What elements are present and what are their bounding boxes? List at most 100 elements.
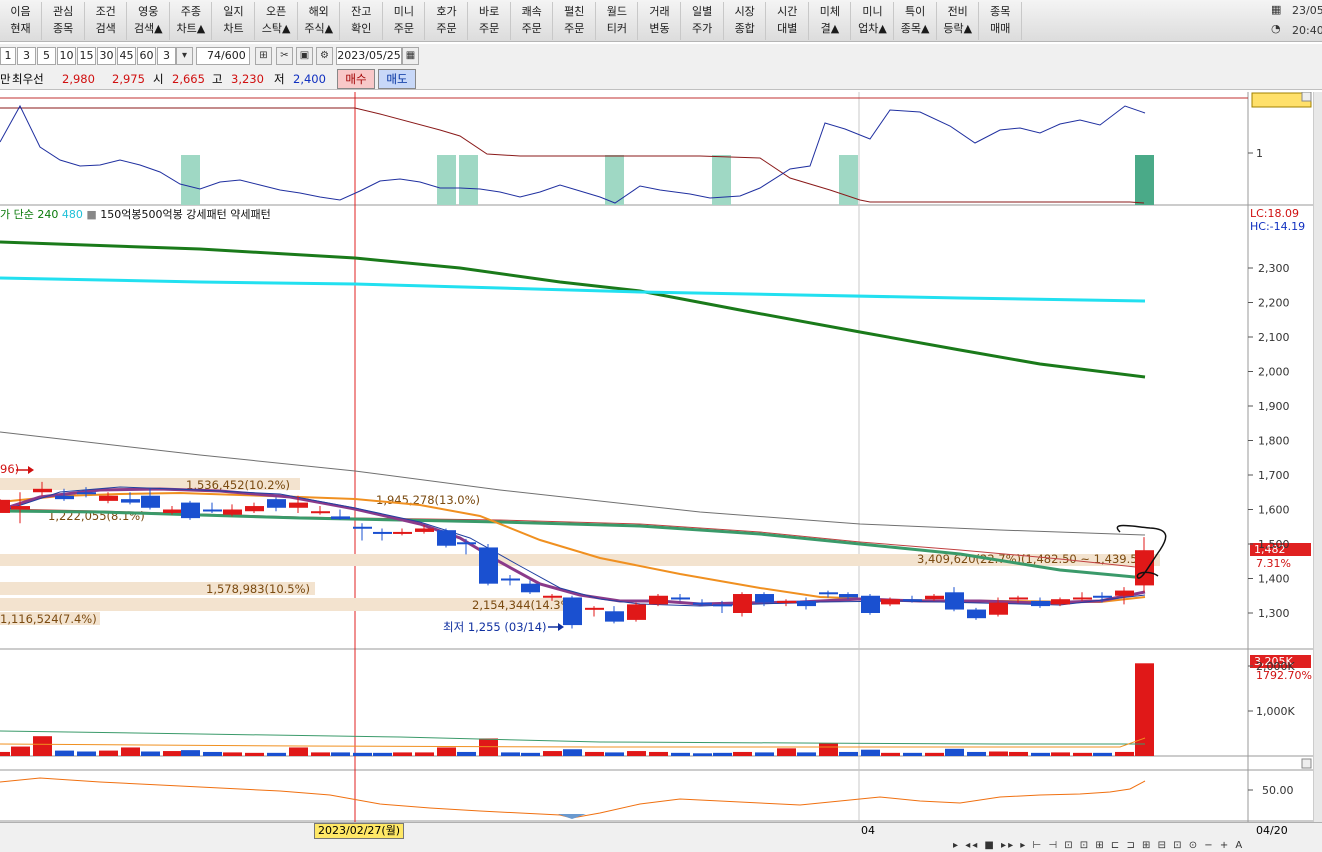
volume-bar bbox=[797, 752, 816, 756]
candle-body bbox=[945, 592, 964, 610]
period-dropdown-icon[interactable]: ▾ bbox=[176, 47, 193, 65]
toolbar-button-line2: 결▲ bbox=[820, 22, 840, 35]
chart-tool-icon[interactable]: ⊞ bbox=[255, 47, 272, 65]
period-toolbar: 1 3 5 10 15 30 45 60 3 ▾ 74/600 ⊞ ✂ ▣ ⚙ … bbox=[0, 44, 1322, 68]
volume-bar bbox=[415, 752, 434, 756]
calendar-icon[interactable]: ▦ bbox=[402, 47, 419, 65]
period-button-1[interactable]: 1 bbox=[0, 47, 16, 65]
toolbar-button-12[interactable]: 쾌속 주문 bbox=[511, 2, 554, 40]
candle-body bbox=[967, 609, 986, 619]
candle-body bbox=[733, 594, 752, 613]
volume-bar bbox=[33, 736, 52, 756]
volume-annotation-8: 96) bbox=[0, 462, 19, 476]
volume-bar bbox=[733, 751, 752, 756]
toolbar-button-6[interactable]: 오픈 스탁▲ bbox=[256, 2, 298, 40]
candle-body bbox=[881, 599, 900, 605]
chart-nav-controls[interactable]: ▸ ◂◂ ■ ▸▸ ▸ ⊢ ⊣ ⊡ ⊡ ⊞ ⊏ ⊐ ⊞ ⊟ ⊡ ⊙ − + A bbox=[953, 840, 1313, 852]
candle-body bbox=[353, 526, 372, 529]
toolbar-button-line1: 종목 bbox=[990, 5, 1011, 18]
toolbar-button-16[interactable]: 일별 주가 bbox=[682, 2, 724, 40]
candle-body bbox=[1115, 590, 1134, 596]
toolbar-button-2[interactable]: 조건 검색 bbox=[85, 2, 128, 40]
volume-bar bbox=[437, 747, 456, 756]
toolbar-button-13[interactable]: 펼친 주문 bbox=[554, 2, 596, 40]
toolbar-button-18[interactable]: 시간 대별 bbox=[767, 2, 809, 40]
toolbar-button-4[interactable]: 주종 차트▲ bbox=[170, 2, 213, 40]
open-label: 시 bbox=[153, 72, 164, 86]
toolbar-button-3[interactable]: 영웅 검색▲ bbox=[128, 2, 170, 40]
toolbar-button-line1: 거래 bbox=[649, 5, 670, 18]
candle-body bbox=[203, 509, 222, 512]
period-button-3[interactable]: 3 bbox=[17, 47, 36, 65]
toolbar-button-line2: 종목 bbox=[52, 22, 74, 35]
legend-ma480: 480 bbox=[62, 208, 83, 221]
stock-chart[interactable]: 1 가 단순 240 480 ■ 150억봉500억봉 강세패턴 약세패턴 LC… bbox=[0, 92, 1313, 822]
toolbar-button-22[interactable]: 전비 등락▲ bbox=[937, 2, 980, 40]
oscillator-tick: 50.00 bbox=[1262, 784, 1294, 797]
toolbar-button-14[interactable]: 월드 티커 bbox=[596, 2, 639, 40]
volume-bar bbox=[331, 752, 350, 756]
volume-bar bbox=[967, 751, 986, 756]
toolbar-button-21[interactable]: 특이 종목▲ bbox=[895, 2, 937, 40]
toolbar-button-11[interactable]: 바로 주문 bbox=[469, 2, 511, 40]
volume-bar bbox=[501, 752, 520, 756]
volume-bar bbox=[755, 752, 774, 756]
candle-body bbox=[1135, 550, 1154, 586]
toolbar-button-7[interactable]: 해외 주식▲ bbox=[298, 2, 341, 40]
sell-button[interactable]: 매도 bbox=[378, 69, 416, 89]
toolbar-button-8[interactable]: 잔고 확인 bbox=[341, 2, 383, 40]
toolbar-button-15[interactable]: 거래변동 bbox=[639, 2, 681, 40]
period-button-15[interactable]: 15 bbox=[77, 47, 96, 65]
toolbar-button-20[interactable]: 미니 업차▲ bbox=[852, 2, 894, 40]
high-label: 고 bbox=[212, 72, 223, 86]
period-button-30[interactable]: 30 bbox=[97, 47, 116, 65]
vertical-scrollbar[interactable] bbox=[1313, 92, 1322, 822]
toolbar-button-line2: 변동 bbox=[649, 22, 670, 35]
volume-bar bbox=[881, 752, 900, 756]
toolbar-button-5[interactable]: 일지 차트 bbox=[213, 2, 255, 40]
legend-square-icon: ■ bbox=[86, 208, 96, 221]
volume-bar bbox=[77, 751, 96, 756]
volume-bar bbox=[353, 752, 372, 756]
toolbar-button-1[interactable]: 관심 종목 bbox=[43, 2, 85, 40]
candle-body bbox=[181, 502, 200, 519]
scissors-icon[interactable]: ✂ bbox=[276, 47, 293, 65]
period-button-5[interactable]: 5 bbox=[37, 47, 56, 65]
toolbar-button-9[interactable]: 미니 주문 bbox=[383, 2, 426, 40]
period-button-60[interactable]: 60 bbox=[137, 47, 156, 65]
candle-body bbox=[373, 531, 392, 534]
volume-bar bbox=[99, 750, 118, 756]
toolbar-button-line1: 영웅 bbox=[138, 5, 159, 18]
toolbar-button-10[interactable]: 호가 주문 bbox=[426, 2, 468, 40]
period-button-10[interactable]: 10 bbox=[57, 47, 76, 65]
gear-icon[interactable]: ⚙ bbox=[316, 47, 333, 65]
save-icon[interactable]: ▣ bbox=[296, 47, 313, 65]
toolbar-button-line2: 종목▲ bbox=[900, 22, 930, 35]
candle-body bbox=[585, 607, 604, 610]
toolbar-button-19[interactable]: 미체 결▲ bbox=[809, 2, 852, 40]
candle-body bbox=[1093, 595, 1112, 598]
buy-button[interactable]: 매수 bbox=[337, 69, 375, 89]
calendar-icon: ▦ bbox=[1271, 3, 1282, 16]
candle-body bbox=[755, 594, 774, 603]
y-tick-label: 1,800 bbox=[1258, 435, 1290, 448]
toolbar-button-23[interactable]: 종목 매매 bbox=[980, 2, 1022, 40]
volume-bar bbox=[55, 750, 74, 756]
toolbar-button-line2: 주식▲ bbox=[304, 22, 334, 35]
volume-bar bbox=[267, 752, 286, 756]
period-button-45[interactable]: 45 bbox=[117, 47, 136, 65]
panel-close-icon-top[interactable] bbox=[1301, 92, 1312, 102]
volume-annotation-7: 1,116,524(7.4%) bbox=[0, 612, 97, 626]
bid-price: 2,975 bbox=[112, 72, 145, 86]
toolbar-button-0[interactable]: 이음 현재 bbox=[0, 2, 42, 40]
bar-count-field[interactable]: 74/600 bbox=[196, 47, 250, 65]
bar-count-total: /600 bbox=[221, 49, 246, 62]
date-field[interactable]: 2023/05/25 bbox=[336, 47, 402, 65]
candle-body bbox=[839, 594, 858, 598]
toolbar-button-17[interactable]: 시장 종합 bbox=[724, 2, 767, 40]
volume-bar bbox=[121, 747, 140, 756]
period-select[interactable]: 3 bbox=[157, 47, 176, 65]
panel-close-icon[interactable] bbox=[1301, 758, 1312, 769]
candle-body bbox=[563, 597, 582, 626]
candle-body bbox=[77, 492, 96, 495]
